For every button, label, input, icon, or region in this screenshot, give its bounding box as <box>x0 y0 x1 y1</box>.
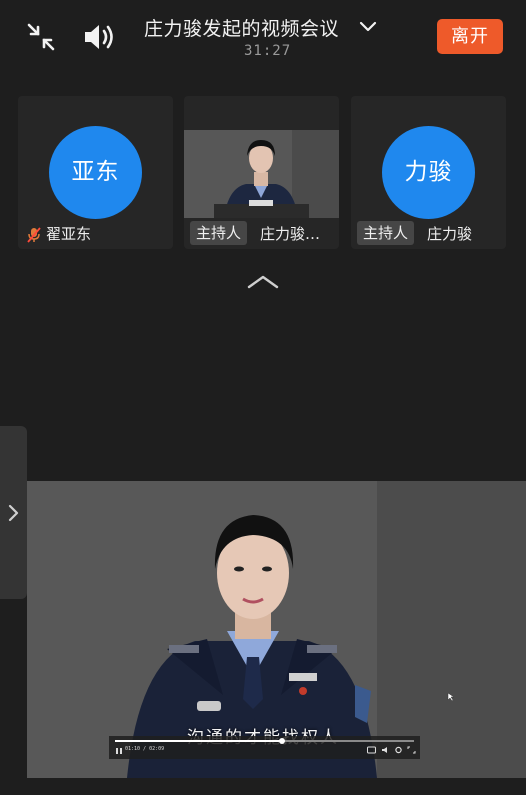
progress-fill <box>115 740 282 742</box>
avatar: 亚东 <box>49 126 142 219</box>
speaker-icon <box>85 25 113 49</box>
presenter-thumbnail-image <box>184 130 339 218</box>
volume-icon[interactable] <box>381 746 390 754</box>
participant-name: 庄力骏 <box>427 225 473 243</box>
minimize-button[interactable] <box>26 22 56 52</box>
progress-handle[interactable] <box>279 738 285 744</box>
video-player-controls: 01:10 / 02:09 <box>109 736 420 759</box>
host-badge: 主持人 <box>357 221 415 245</box>
meeting-title-dropdown[interactable]: 庄力骏发起的视频会议 31:27 <box>140 14 385 64</box>
side-panel-toggle[interactable] <box>0 426 27 599</box>
mute-mic-icon <box>27 227 41 243</box>
meeting-title: 庄力骏发起的视频会议 <box>144 18 340 40</box>
participant-strip: 亚东 翟亚东 主持人 庄力骏… 力骏 主持人 庄力骏 <box>0 90 526 300</box>
avatar: 力骏 <box>382 126 475 219</box>
participant-video-thumbnail <box>184 130 339 218</box>
fullscreen-icon[interactable] <box>407 746 416 754</box>
meeting-timer: 31:27 <box>244 43 292 59</box>
participant-tile[interactable]: 力骏 主持人 庄力骏 <box>351 96 506 249</box>
play-pause-icon[interactable] <box>115 747 123 755</box>
participant-tile[interactable]: 亚东 翟亚东 <box>18 96 173 249</box>
main-stage: 沟通的才能找权人 01:10 / 02:09 <box>0 300 526 795</box>
chevron-down-icon <box>359 21 377 32</box>
leave-button[interactable]: 离开 <box>437 19 503 54</box>
progress-bar[interactable] <box>115 738 414 744</box>
participant-tile[interactable]: 主持人 庄力骏… <box>184 96 339 249</box>
speaker-button[interactable] <box>82 20 118 54</box>
cc-icon[interactable] <box>367 746 376 754</box>
main-video[interactable]: 沟通的才能找权人 01:10 / 02:09 <box>27 481 526 778</box>
mouse-cursor-icon <box>447 692 455 702</box>
participant-name: 庄力骏… <box>260 225 321 243</box>
collapse-strip-button[interactable] <box>245 272 281 292</box>
participant-name: 翟亚东 <box>46 225 92 243</box>
minimize-arrows-icon <box>27 23 55 51</box>
player-time: 01:10 / 02:09 <box>125 746 165 752</box>
chevron-up-icon <box>247 275 279 289</box>
top-bar: 庄力骏发起的视频会议 31:27 离开 <box>0 0 526 90</box>
chevron-right-icon <box>8 504 19 522</box>
host-badge: 主持人 <box>190 221 248 245</box>
settings-icon[interactable] <box>394 746 403 754</box>
